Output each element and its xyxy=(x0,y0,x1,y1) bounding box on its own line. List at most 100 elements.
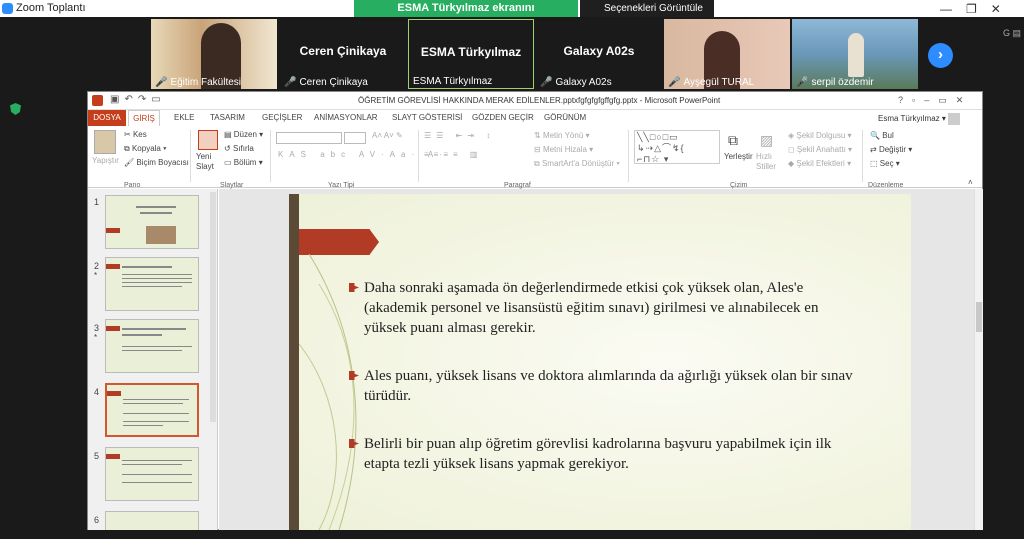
align-buttons[interactable]: ≡≡≡≡ ▥ xyxy=(424,150,482,159)
new-slide-icon[interactable] xyxy=(198,130,218,150)
participant-name: 🎤 Eğitim Fakültesi xyxy=(155,77,242,88)
text-direction-button[interactable]: ⇅ Metin Yönü ▾ xyxy=(534,131,590,140)
slide-number: 2 xyxy=(94,261,100,271)
window-controls[interactable]: —❐✕ xyxy=(940,2,1015,16)
tab-file[interactable]: DOSYA xyxy=(88,110,126,126)
ppt-title-bar: ▣↶↷▭ ÖĞRETİM GÖREVLİSİ HAKKINDA MERAK ED… xyxy=(88,92,982,110)
replace-button[interactable]: ⇄ Değiştir ▾ xyxy=(870,145,912,154)
participant-tile[interactable]: 🎤 Ayşegül TURAL xyxy=(664,19,790,89)
ribbon: Yapıştır ✂ Kes ⧉ Kopyala ▾ 🖌 Biçim Boyac… xyxy=(88,126,982,189)
tab-animations[interactable]: ANİMASYONLAR xyxy=(314,113,378,122)
section-button[interactable]: ▭ Bölüm ▾ xyxy=(224,158,263,167)
cut-button[interactable]: ✂ Kes xyxy=(124,130,147,139)
search-icon: 🔍 xyxy=(870,131,880,140)
muted-mic-icon: 🎤 xyxy=(796,77,809,88)
reset-button[interactable]: ↺ Sıfırla xyxy=(224,144,254,153)
font-style-buttons[interactable]: KAS abc AV·Aa· A· xyxy=(278,150,448,159)
quick-styles-button[interactable]: Hızlı Stiller xyxy=(756,152,782,172)
participant-tile-active[interactable]: ESMA Türkyılmaz ESMA Türkyılmaz xyxy=(408,19,534,89)
align-text-button[interactable]: ⊟ Metni Hizala ▾ xyxy=(534,145,593,154)
format-painter-button[interactable]: 🖌 Biçim Boyacısı xyxy=(124,158,189,167)
collapse-ribbon-icon[interactable]: ˄ xyxy=(968,178,973,187)
slide-bullet[interactable]: Daha sonraki aşamada ön değerlendirmede … xyxy=(349,278,859,338)
slide-thumbnails-pane: 1 2 * 3 * 4 5 6 xyxy=(88,189,218,530)
view-options-label: Seçenekleri Görüntüle xyxy=(604,3,703,14)
tab-home[interactable]: GİRİŞ xyxy=(128,110,160,126)
tab-view[interactable]: GÖRÜNÜM xyxy=(544,113,586,122)
tab-review[interactable]: GÖZDEN GEÇİR xyxy=(472,113,534,122)
user-account[interactable]: Esma Türkyılmaz ▾ xyxy=(878,113,961,125)
slide-thumbnail-selected[interactable] xyxy=(105,383,199,437)
shape-outline-button[interactable]: ◻ Şekil Anahattı ▾ xyxy=(788,145,852,154)
shapes-gallery[interactable]: ╲╲□○□▭ ↳⇢△⌒↯{⌐⊓☆ ▾ xyxy=(634,130,720,164)
side-panel-icon[interactable]: G ▤ xyxy=(1003,28,1021,39)
tab-transitions[interactable]: GEÇİŞLER xyxy=(262,113,302,122)
paste-button[interactable]: Yapıştır xyxy=(92,156,119,165)
slide-thumbnail[interactable] xyxy=(105,511,199,530)
participant-big-name: ESMA Türkyılmaz xyxy=(420,45,522,59)
group-label-font: Yazı Tipi xyxy=(328,182,355,189)
participant-name: 🎤 Ceren Çinikaya xyxy=(284,77,368,88)
tab-slideshow[interactable]: SLAYT GÖSTERİSİ xyxy=(392,113,462,122)
list-buttons[interactable]: ☰☰ ⇤⇥ ↕ xyxy=(424,131,495,140)
slide-number: 6 xyxy=(94,515,100,525)
new-slide-button[interactable]: Yeni Slayt xyxy=(196,152,226,172)
layout-button[interactable]: ▤ Düzen ▾ xyxy=(224,130,263,139)
muted-mic-icon: 🎤 xyxy=(540,77,553,88)
paste-icon[interactable] xyxy=(94,130,116,154)
scrollbar-thumb[interactable] xyxy=(976,302,982,332)
find-button[interactable]: 🔍 Bul xyxy=(870,131,894,140)
slide-thumbnail[interactable] xyxy=(105,319,199,373)
smartart-button[interactable]: ⧉ SmartArt'a Dönüştür ▾ xyxy=(534,159,620,169)
font-size-buttons[interactable]: A˄ A˅ ✎ xyxy=(372,131,403,140)
slide-bullet[interactable]: Belirli bir puan alıp öğretim görevlisi … xyxy=(349,434,859,474)
font-size-select[interactable] xyxy=(344,132,366,144)
slide-editing-area: Daha sonraki aşamada ön değerlendirmede … xyxy=(219,189,982,530)
slide-number: 5 xyxy=(94,451,100,461)
font-family-select[interactable] xyxy=(276,132,342,144)
brush-icon: 🖌 xyxy=(124,158,135,167)
window-title: Zoom Toplantı xyxy=(16,2,86,14)
slide-scrollbar[interactable] xyxy=(974,189,983,530)
powerpoint-window: ▣↶↷▭ ÖĞRETİM GÖREVLİSİ HAKKINDA MERAK ED… xyxy=(87,91,983,530)
participant-name: 🎤 serpil özdemir xyxy=(796,77,874,88)
participant-tile[interactable]: 🎤 serpil özdemir xyxy=(792,19,918,89)
slide-bullet[interactable]: Ales puanı, yüksek lisans ve doktora alı… xyxy=(349,366,859,406)
ppt-window-controls[interactable]: ?▫–▭✕ xyxy=(898,95,972,106)
zoom-logo-icon xyxy=(2,3,13,14)
shape-fill-button[interactable]: ◈ Şekil Dolgusu ▾ xyxy=(788,131,852,140)
thumbnails-scrollbar[interactable] xyxy=(210,192,216,422)
participant-tile[interactable]: Galaxy A02s 🎤 Galaxy A02s xyxy=(536,19,662,89)
current-slide[interactable]: Daha sonraki aşamada ön değerlendirmede … xyxy=(289,194,911,530)
muted-mic-icon: 🎤 xyxy=(284,77,297,88)
arrange-icon[interactable]: ⧉ xyxy=(728,132,738,149)
document-title: ÖĞRETİM GÖREVLİSİ HAKKINDA MERAK EDİLENL… xyxy=(358,96,721,105)
group-label-editing: Düzenleme xyxy=(868,182,904,189)
shape-effects-button[interactable]: ◆ Şekil Efektleri ▾ xyxy=(788,159,851,168)
quick-access-toolbar[interactable]: ▣↶↷▭ xyxy=(110,94,166,105)
slide-number: 4 xyxy=(94,387,100,397)
muted-mic-icon: 🎤 xyxy=(668,77,681,88)
participant-name: ESMA Türkyılmaz xyxy=(413,76,493,87)
participant-name: 🎤 Galaxy A02s xyxy=(540,77,612,88)
security-shield-icon[interactable] xyxy=(10,103,21,115)
slide-decoration-lines xyxy=(299,253,357,530)
view-options-button[interactable]: Seçenekleri Görüntüle ⌄ xyxy=(580,0,714,31)
copy-button[interactable]: ⧉ Kopyala ▾ xyxy=(124,144,166,154)
chevron-right-icon[interactable]: › xyxy=(928,43,953,68)
group-label-clipboard: Pano xyxy=(124,182,141,189)
slide-thumbnail[interactable] xyxy=(105,447,199,501)
participant-big-name: Galaxy A02s xyxy=(563,44,635,58)
tab-design[interactable]: TASARIM xyxy=(210,113,245,122)
slide-thumbnail[interactable] xyxy=(105,195,199,249)
arrange-button[interactable]: Yerleştir xyxy=(724,152,753,161)
group-label-drawing: Çizim xyxy=(730,182,748,189)
participant-tile[interactable]: Ceren Çinikaya 🎤 Ceren Çinikaya xyxy=(280,19,406,89)
participant-tile[interactable]: 🎤 Eğitim Fakültesi xyxy=(151,19,277,89)
muted-mic-icon: 🎤 xyxy=(155,77,168,88)
quick-styles-icon[interactable]: ▨ xyxy=(760,132,773,149)
participant-strip: 🎤 Eğitim Fakültesi Ceren Çinikaya 🎤 Ceren … xyxy=(0,17,1024,91)
select-button[interactable]: ⬚ Seç ▾ xyxy=(870,159,900,168)
tab-insert[interactable]: EKLE xyxy=(174,113,194,122)
slide-thumbnail[interactable] xyxy=(105,257,199,311)
